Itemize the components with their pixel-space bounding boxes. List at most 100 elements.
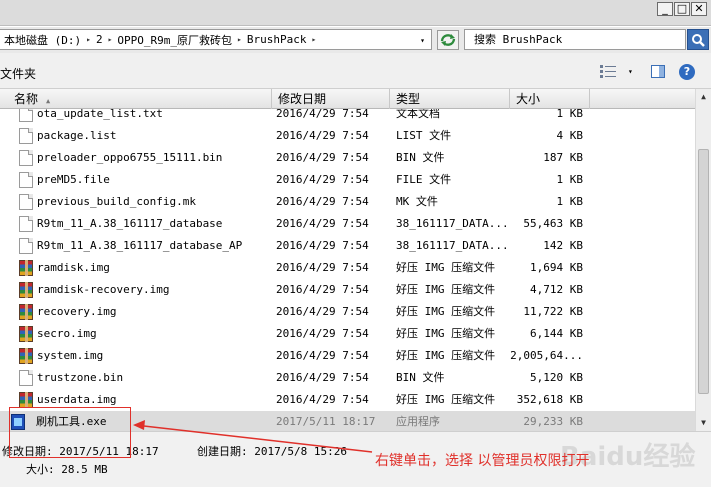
breadcrumb-separator-icon[interactable]: ▸ [234,35,245,44]
file-date: 2017/5/11 18:17 [276,415,376,428]
file-date: 2016/4/29 7:54 [276,109,369,120]
archive-file-icon [19,392,33,408]
address-history-dropdown-icon[interactable]: ▾ [420,36,425,45]
table-row[interactable]: trustzone.bin 2016/4/29 7:54 BIN 文件 5,120 K… [0,367,695,389]
file-type: 38_161117_DATA... [396,217,509,230]
column-header: 名称 ▲ 修改日期 类型 大小 [0,89,695,109]
file-date: 2016/4/29 7:54 [276,173,369,186]
minimize-button[interactable]: _ [657,2,673,16]
table-row[interactable]: recovery.img 2016/4/29 7:54 好压 IMG 压缩文件 11,… [0,301,695,323]
breadcrumb-drive[interactable]: 本地磁盘 (D:) [2,32,83,48]
annotation-text: 右键单击，选择 以管理员权限打开 [375,453,590,469]
file-name: previous_build_config.mk [37,195,196,208]
help-icon[interactable]: ? [679,64,695,80]
file-date: 2016/4/29 7:54 [276,393,369,406]
scrollbar-thumb[interactable] [698,149,709,394]
file-size: 1 KB [556,173,584,186]
file-date: 2016/4/29 7:54 [276,283,369,296]
folder-pane-label[interactable]: 文件夹 [0,65,36,82]
table-row[interactable]: ramdisk.img 2016/4/29 7:54 好压 IMG 压缩文件 1,69… [0,257,695,279]
column-name[interactable]: 名称 ▲ [0,89,272,109]
view-mode-icon[interactable] [600,65,616,78]
file-size: 4 KB [556,129,584,142]
file-name: preMD5.file [37,173,110,186]
file-date: 2016/4/29 7:54 [276,217,369,230]
file-date: 2016/4/29 7:54 [276,195,369,208]
file-type: FILE 文件 [396,173,452,186]
column-size[interactable]: 大小 [510,89,590,109]
table-row[interactable]: ramdisk-recovery.img 2016/4/29 7:54 好压 IMG… [0,279,695,301]
file-date: 2016/4/29 7:54 [276,349,369,362]
table-row[interactable]: package.list 2016/4/29 7:54 LIST 文件 4 KB [0,125,695,147]
detail-size: 大小: 28.5 MB [26,463,108,476]
file-type: 好压 IMG 压缩文件 [396,349,496,362]
table-row[interactable]: preMD5.file 2016/4/29 7:54 FILE 文件 1 KB [0,169,695,191]
file-date: 2016/4/29 7:54 [276,261,369,274]
table-row[interactable]: R9tm_11_A.38_161117_database_AP 2016/4/29… [0,235,695,257]
search-input[interactable]: 搜索 BrushPack [464,29,686,50]
file-rows: ota_update_list.txt 2016/4/29 7:54 文本文档 1 K… [0,109,695,431]
breadcrumb-folder-brushpack[interactable]: BrushPack [245,33,309,46]
column-date[interactable]: 修改日期 [272,89,390,109]
breadcrumb-separator-icon[interactable]: ▸ [105,35,116,44]
file-size: 55,463 KB [523,217,583,230]
maximize-button[interactable]: □ [674,2,690,16]
file-name: secro.img [37,327,97,340]
archive-file-icon [19,304,33,320]
file-type: 好压 IMG 压缩文件 [396,393,496,406]
document-file-icon [19,109,33,122]
file-date: 2016/4/29 7:54 [276,129,369,142]
column-type[interactable]: 类型 [390,89,510,109]
archive-file-icon [19,326,33,342]
search-icon [692,33,705,47]
file-name: recovery.img [37,305,117,318]
refresh-button[interactable] [437,30,459,50]
sort-ascending-icon: ▲ [46,97,51,105]
document-file-icon [19,172,33,188]
document-file-icon [19,150,33,166]
file-size: 352,618 KB [516,393,583,406]
file-name: R9tm_11_A.38_161117_database_AP [37,239,243,252]
table-row[interactable]: previous_build_config.mk 2016/4/29 7:54 MK… [0,191,695,213]
toolbar: 文件夹 ▾ ? [0,53,711,89]
table-row[interactable]: secro.img 2016/4/29 7:54 好压 IMG 压缩文件 6,144 … [0,323,695,345]
file-size: 187 KB [543,151,583,164]
file-size: 11,722 KB [523,305,583,318]
file-list: ota_update_list.txt 2016/4/29 7:54 文本文档 1 K… [0,109,695,431]
file-size: 4,712 KB [530,283,583,296]
breadcrumb-separator-icon[interactable]: ▸ [308,35,319,44]
file-size: 29,233 KB [523,415,583,428]
file-type: BIN 文件 [396,371,445,384]
file-name: package.list [37,129,117,142]
breadcrumb-folder-oppo[interactable]: OPPO_R9m_原厂救砖包 [115,32,234,48]
address-bar[interactable]: 本地磁盘 (D:) ▸ 2 ▸ OPPO_R9m_原厂救砖包 ▸ BrushPa… [0,29,432,50]
vertical-scrollbar[interactable]: ▲ ▼ [695,89,711,431]
document-file-icon [19,238,33,254]
file-date: 2016/4/29 7:54 [276,327,369,340]
document-file-icon [19,128,33,144]
file-size: 1 KB [556,109,584,120]
table-row[interactable]: system.img 2016/4/29 7:54 好压 IMG 压缩文件 2,005… [0,345,695,367]
preview-pane-icon[interactable] [651,65,665,78]
table-row[interactable]: preloader_oppo6755_15111.bin 2016/4/29 7:… [0,147,695,169]
file-date: 2016/4/29 7:54 [276,239,369,252]
search-button[interactable] [687,29,709,50]
scroll-up-icon[interactable]: ▲ [696,89,711,105]
title-bar: _ □ ✕ [0,0,711,26]
file-size: 142 KB [543,239,583,252]
file-type: MK 文件 [396,195,438,208]
file-size: 1 KB [556,195,584,208]
refresh-icon [440,34,456,46]
scroll-down-icon[interactable]: ▼ [696,415,711,431]
view-dropdown-icon[interactable]: ▾ [628,67,633,76]
table-row[interactable]: ota_update_list.txt 2016/4/29 7:54 文本文档 1 K… [0,109,695,125]
file-date: 2016/4/29 7:54 [276,151,369,164]
breadcrumb-folder-2[interactable]: 2 [94,33,105,46]
file-name: ramdisk-recovery.img [37,283,170,296]
table-row[interactable]: R9tm_11_A.38_161117_database 2016/4/29 7:… [0,213,695,235]
window-controls: _ □ ✕ [657,2,707,16]
close-button[interactable]: ✕ [691,2,707,16]
file-type: 好压 IMG 压缩文件 [396,327,496,340]
breadcrumb-separator-icon[interactable]: ▸ [83,35,94,44]
document-file-icon [19,216,33,232]
